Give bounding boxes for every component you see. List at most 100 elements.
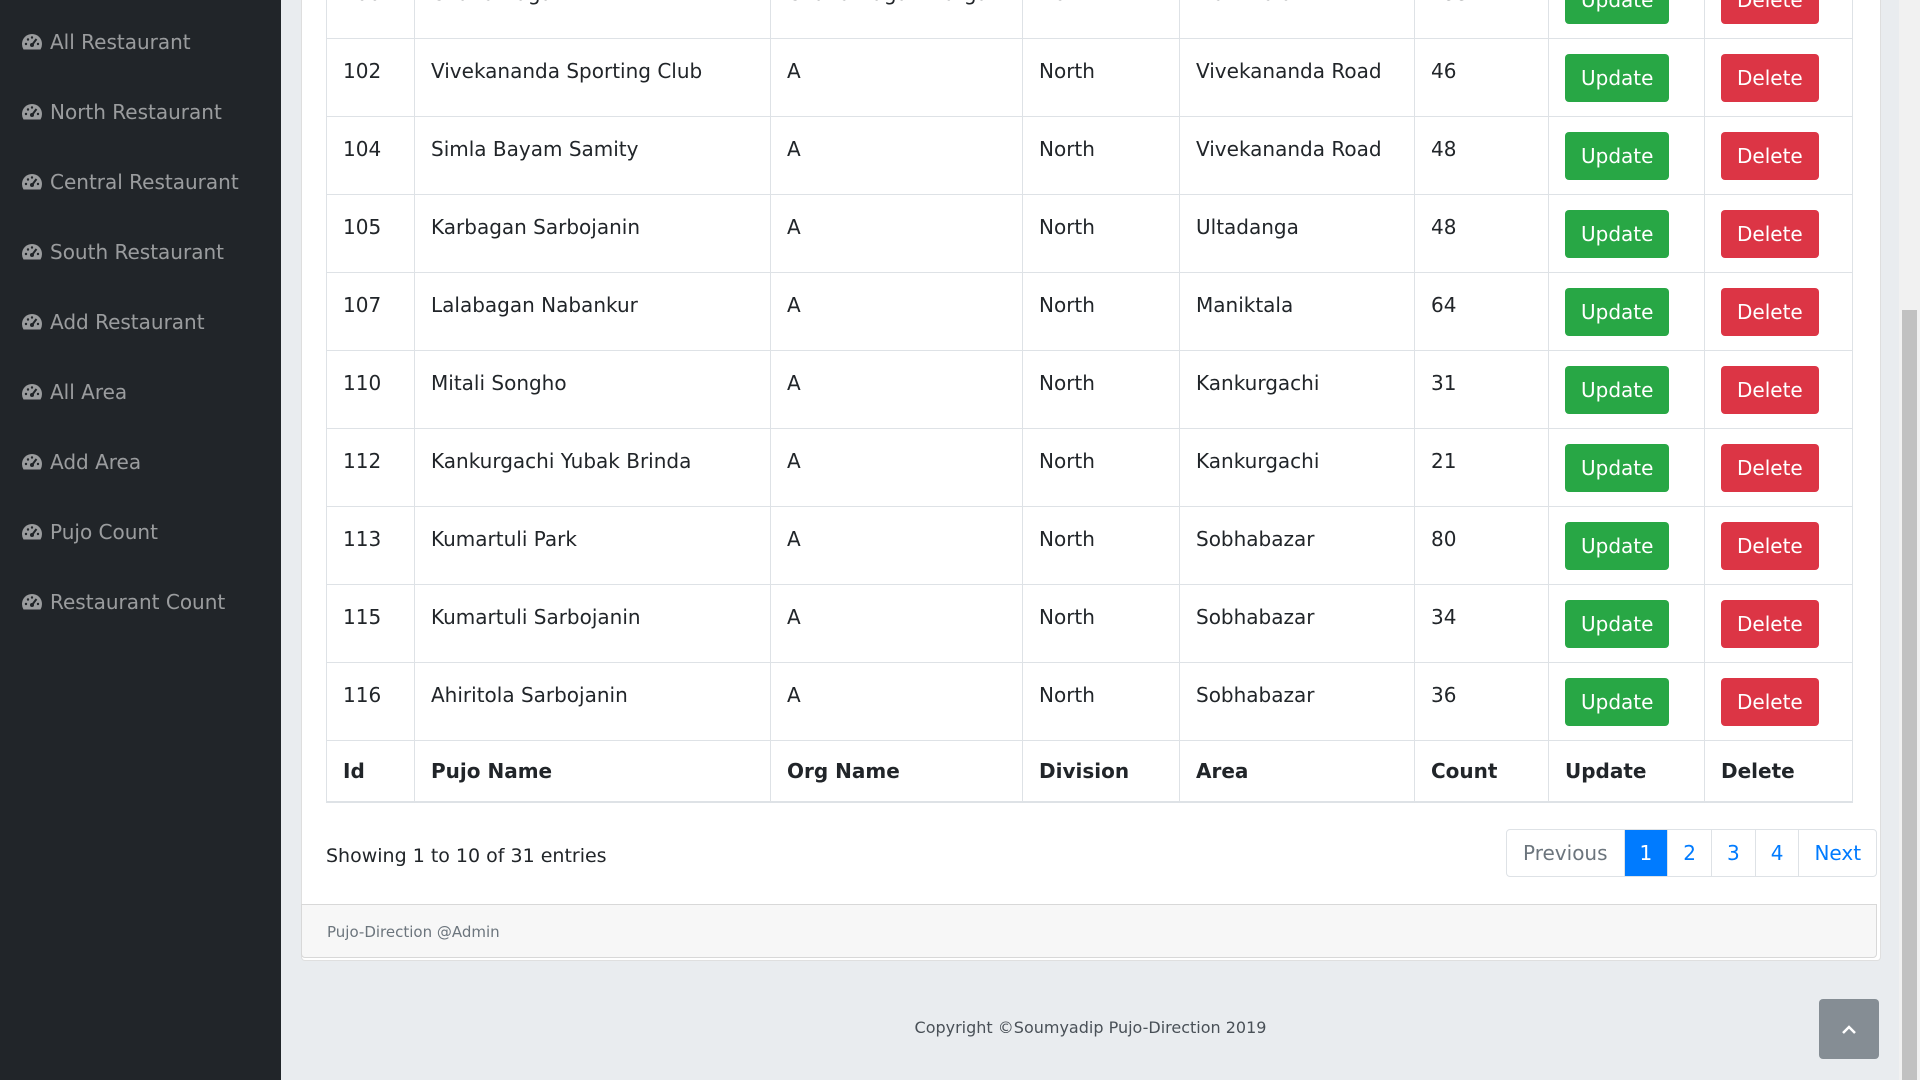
cell-id: 110 [326,350,415,429]
sidebar-item-add-area[interactable]: Add Area [0,427,281,497]
col-header-id: Id [326,740,415,803]
delete-button[interactable]: Delete [1721,600,1819,648]
table-row: 116 Ahiritola Sarbojanin A North Sobhabazar 3… [326,662,1853,741]
pagination-page-2[interactable]: 2 [1667,830,1711,876]
dashboard-icon [20,310,44,334]
pagination: Previous 1 2 3 4 Next [1506,829,1878,877]
col-header-area: Area [1179,740,1415,803]
sidebar-item-north-restaurant[interactable]: North Restaurant [0,77,281,147]
dashboard-icon [20,380,44,404]
delete-button[interactable]: Delete [1721,366,1819,414]
update-button[interactable]: Update [1565,444,1670,492]
cell-area: Kankurgachi [1179,350,1415,429]
table-row: 107 Lalabagan Nabankur A North Maniktala 64 Up… [326,272,1853,351]
cell-division: North [1022,584,1180,663]
cell-id: 107 [326,272,415,351]
cell-id: 115 [326,584,415,663]
table-row: 112 Kankurgachi Yubak Brinda A North Kankurg… [326,428,1853,507]
sidebar-item-all-area[interactable]: All Area [0,357,281,427]
cell-delete: Delete [1704,272,1853,351]
cell-update: Update [1548,662,1705,741]
table-row: 104 Simla Bayam Samity A North Vivekananda R… [326,116,1853,195]
cell-count: 34 [1414,584,1549,663]
pagination-page-1[interactable]: 1 [1623,830,1668,876]
col-header-count: Count [1414,740,1549,803]
sidebar-item-pujo-count[interactable]: Pujo Count [0,497,281,567]
cell-division: North [1022,116,1180,195]
cell-update: Update [1548,0,1705,39]
chevron-up-icon [1842,1020,1856,1039]
pagination-previous[interactable]: Previous [1507,830,1624,876]
update-button[interactable]: Update [1565,522,1670,570]
entries-info: Showing 1 to 10 of 31 entries [326,845,607,867]
dashboard-icon [20,30,44,54]
sidebar-item-restaurant-count[interactable]: Restaurant Count [0,567,281,637]
cell-org-name: A [770,116,1023,195]
cell-pujo-name: Karbagan Sarbojanin [414,194,771,273]
cell-count: 48 [1414,194,1549,273]
cell-org-name: A [770,194,1023,273]
scrollbar-thumb[interactable] [1902,310,1917,1080]
update-button[interactable]: Update [1565,210,1670,258]
cell-org-name: A [770,272,1023,351]
col-header-org-name: Org Name [770,740,1023,803]
sidebar-item-label: North Restaurant [50,100,222,124]
delete-button[interactable]: Delete [1721,0,1819,24]
page-scrollbar[interactable] [1899,0,1920,1080]
sidebar-item-label: Pujo Count [50,520,158,544]
update-button[interactable]: Update [1565,600,1670,648]
dashboard-icon [20,100,44,124]
cell-org-name: A [770,584,1023,663]
dashboard-icon [20,590,44,614]
cell-pujo-name: Kankurgachi Yubak Brinda [414,428,771,507]
pagination-page-4[interactable]: 4 [1754,830,1799,876]
delete-button[interactable]: Delete [1721,288,1819,336]
cell-pujo-name: Chalta Bagan [414,0,771,39]
dashboard-icon [20,520,44,544]
cell-area: Kankurgachi [1179,428,1415,507]
delete-button[interactable]: Delete [1721,678,1819,726]
update-button[interactable]: Update [1565,288,1670,336]
cell-id: 105 [326,194,415,273]
cell-org-name: Chalta Bagan Durga [770,0,1023,39]
pagination-next[interactable]: Next [1798,830,1876,876]
sidebar-item-south-restaurant[interactable]: South Restaurant [0,217,281,287]
card-footer: Pujo-Direction @Admin [301,904,1877,958]
cell-org-name: A [770,428,1023,507]
update-button[interactable]: Update [1565,366,1670,414]
delete-button[interactable]: Delete [1721,522,1819,570]
cell-area: Sobhabazar [1179,584,1415,663]
cell-update: Update [1548,350,1705,429]
sidebar-item-label: All Area [50,380,128,404]
update-button[interactable]: Update [1565,54,1670,102]
delete-button[interactable]: Delete [1721,132,1819,180]
cell-delete: Delete [1704,428,1853,507]
sidebar-item-add-restaurant[interactable]: Add Restaurant [0,287,281,357]
cell-count: 46 [1414,38,1549,117]
delete-button[interactable]: Delete [1721,444,1819,492]
delete-button[interactable]: Delete [1721,54,1819,102]
table-row: 115 Kumartuli Sarbojanin A North Sobhabazar 3… [326,584,1853,663]
delete-button[interactable]: Delete [1721,210,1819,258]
cell-update: Update [1548,194,1705,273]
cell-pujo-name: Simla Bayam Samity [414,116,771,195]
copyright-text: Copyright ©Soumyadip Pujo-Direction 2019 [914,1018,1267,1037]
cell-update: Update [1548,116,1705,195]
update-button[interactable]: Update [1565,132,1670,180]
update-button[interactable]: Update [1565,678,1670,726]
cell-area: Vivekananda Road [1179,116,1415,195]
update-button[interactable]: Update [1565,0,1670,24]
sidebar-item-label: Add Restaurant [50,310,205,334]
cell-update: Update [1548,38,1705,117]
sidebar-item-all-restaurant[interactable]: All Restaurant [0,7,281,77]
sidebar-item-central-restaurant[interactable]: Central Restaurant [0,147,281,217]
cell-delete: Delete [1704,506,1853,585]
cell-delete: Delete [1704,662,1853,741]
cell-count: 48 [1414,116,1549,195]
pagination-page-3[interactable]: 3 [1711,830,1755,876]
cell-division: North [1022,0,1180,39]
data-table: 100Chalta BaganChalta Bagan DurgaNorthMa… [326,0,1853,803]
cell-id: 116 [326,662,415,741]
cell-count: 135 [1414,0,1549,39]
scroll-to-top-button[interactable] [1819,999,1879,1059]
